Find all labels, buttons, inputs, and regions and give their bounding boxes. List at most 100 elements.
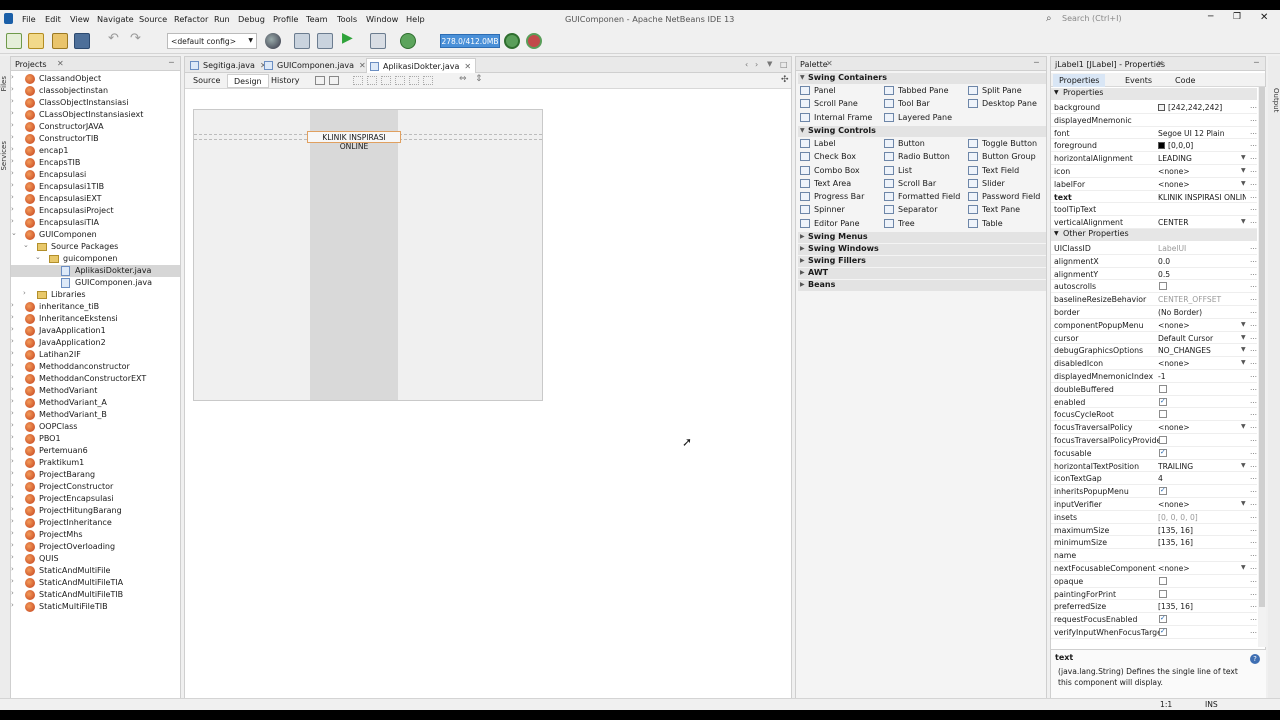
- tree-item[interactable]: AplikasiDokter.java: [11, 265, 180, 277]
- property-row[interactable]: minimumSize [135, 16]…: [1051, 536, 1257, 550]
- chevron-right-icon[interactable]: ▶: [800, 281, 805, 288]
- align-left-icon[interactable]: [353, 76, 363, 85]
- chevron-right-icon[interactable]: ›: [11, 169, 14, 177]
- ellipsis-button[interactable]: …: [1250, 525, 1257, 535]
- property-checkbox[interactable]: [1159, 576, 1167, 585]
- menu-tools[interactable]: Tools: [337, 14, 357, 24]
- property-value[interactable]: <none>: [1158, 423, 1246, 432]
- palette-category[interactable]: ▶ Swing Fillers: [798, 256, 1046, 267]
- ellipsis-button[interactable]: …: [1250, 115, 1257, 125]
- chevron-right-icon[interactable]: ›: [11, 217, 14, 225]
- property-row[interactable]: requestFocusEnabled…: [1051, 613, 1257, 626]
- ellipsis-button[interactable]: …: [1250, 294, 1257, 304]
- property-value[interactable]: [0,0,0]: [1158, 141, 1246, 150]
- ellipsis-button[interactable]: …: [1250, 217, 1257, 227]
- property-row[interactable]: alignmentX 0.0…: [1051, 255, 1257, 268]
- property-row[interactable]: insets [0, 0, 0, 0]…: [1051, 511, 1257, 524]
- menu-source[interactable]: Source: [139, 14, 167, 24]
- chevron-right-icon[interactable]: ›: [11, 397, 14, 405]
- align-top-icon[interactable]: [395, 76, 405, 85]
- ellipsis-button[interactable]: …: [1250, 243, 1257, 253]
- property-value[interactable]: LEADING: [1158, 154, 1246, 163]
- preview-design-icon[interactable]: ✣: [781, 75, 789, 85]
- property-row[interactable]: baselineResizeBehavior CENTER_OFFSET…: [1051, 293, 1257, 306]
- property-row[interactable]: preferredSize [135, 16]…: [1051, 600, 1257, 614]
- property-value[interactable]: -1: [1158, 372, 1246, 381]
- property-value[interactable]: Default Cursor: [1158, 334, 1246, 343]
- services-side-tab[interactable]: Services: [0, 141, 10, 171]
- property-row[interactable]: focusTraversalPolicyProvider…: [1051, 434, 1257, 447]
- property-value[interactable]: [0, 0, 0, 0]: [1158, 513, 1246, 522]
- property-row[interactable]: componentPopupMenu <none> ▼…: [1051, 319, 1257, 332]
- ellipsis-button[interactable]: …: [1250, 140, 1257, 150]
- minimize-button[interactable]: ─: [1208, 12, 1213, 22]
- chevron-down-icon[interactable]: ▼: [1241, 359, 1246, 366]
- property-checkbox[interactable]: [1159, 410, 1167, 419]
- chevron-right-icon[interactable]: ›: [11, 433, 14, 441]
- property-row[interactable]: cursor Default Cursor ▼…: [1051, 332, 1257, 345]
- editor-tab[interactable]: AplikasiDokter.java ✕: [366, 58, 477, 73]
- center-vertical-icon[interactable]: [423, 76, 433, 85]
- property-checkbox[interactable]: [1159, 627, 1167, 636]
- chevron-right-icon[interactable]: ›: [23, 289, 26, 297]
- menu-file[interactable]: File: [22, 14, 36, 24]
- ellipsis-button[interactable]: …: [1250, 166, 1257, 176]
- chevron-right-icon[interactable]: ›: [11, 181, 14, 189]
- ellipsis-button[interactable]: …: [1250, 153, 1257, 163]
- ellipsis-button[interactable]: …: [1250, 358, 1257, 368]
- chevron-right-icon[interactable]: ›: [11, 577, 14, 585]
- close-icon[interactable]: ✕: [1157, 59, 1164, 68]
- property-checkbox[interactable]: [1159, 486, 1167, 496]
- tab-list-icon[interactable]: ▼: [767, 60, 772, 68]
- maximize-button[interactable]: ❐: [1233, 12, 1241, 22]
- ellipsis-button[interactable]: …: [1250, 589, 1257, 599]
- ellipsis-button[interactable]: …: [1250, 256, 1257, 266]
- property-value[interactable]: [242,242,242]: [1158, 103, 1246, 112]
- properties-scrollbar[interactable]: [1258, 87, 1266, 647]
- selection-mode-icon[interactable]: [315, 76, 325, 85]
- chevron-right-icon[interactable]: ›: [11, 445, 14, 453]
- property-value[interactable]: 0.0: [1158, 257, 1246, 266]
- ellipsis-button[interactable]: …: [1250, 435, 1257, 445]
- ellipsis-button[interactable]: …: [1250, 448, 1257, 458]
- chevron-right-icon[interactable]: ›: [11, 109, 14, 117]
- menu-team[interactable]: Team: [306, 14, 328, 24]
- menu-edit[interactable]: Edit: [45, 14, 61, 24]
- chevron-down-icon[interactable]: ▼: [1241, 423, 1246, 430]
- property-row[interactable]: focusTraversalPolicy <none> ▼…: [1051, 421, 1257, 434]
- output-side-tab[interactable]: Output: [1270, 88, 1280, 112]
- profile-icon[interactable]: [400, 33, 416, 49]
- property-value[interactable]: <none>: [1158, 167, 1246, 176]
- chevron-down-icon[interactable]: ▼: [1241, 500, 1246, 507]
- chevron-right-icon[interactable]: ›: [11, 157, 14, 165]
- chevron-right-icon[interactable]: ›: [11, 469, 14, 477]
- tab-scroll-right-icon[interactable]: ›: [755, 60, 758, 69]
- property-row[interactable]: foreground [0,0,0]…: [1051, 139, 1257, 153]
- property-row[interactable]: maximumSize [135, 16]…: [1051, 524, 1257, 537]
- property-value[interactable]: 0.5: [1158, 270, 1246, 279]
- ellipsis-button[interactable]: …: [1250, 320, 1257, 330]
- chevron-right-icon[interactable]: ›: [11, 121, 14, 129]
- property-section[interactable]: ▼ Properties: [1051, 88, 1257, 100]
- new-project-icon[interactable]: [28, 33, 44, 49]
- chevron-right-icon[interactable]: ›: [11, 373, 14, 381]
- chevron-right-icon[interactable]: ›: [11, 457, 14, 465]
- close-icon[interactable]: ✕: [464, 62, 471, 71]
- ellipsis-button[interactable]: …: [1250, 614, 1257, 624]
- chevron-down-icon[interactable]: ▼: [1241, 346, 1246, 353]
- property-value[interactable]: <none>: [1158, 359, 1246, 368]
- property-value[interactable]: <none>: [1158, 500, 1246, 509]
- resize-horizontal-icon[interactable]: ⇔: [459, 74, 467, 84]
- search-box[interactable]: ⌕ Search (Ctrl+I): [1044, 12, 1214, 26]
- undo-icon[interactable]: ↶: [108, 31, 124, 47]
- palette-category[interactable]: ▼ Swing Controls: [798, 125, 1046, 137]
- property-row[interactable]: font Segoe UI 12 Plain…: [1051, 127, 1257, 140]
- editor-tab[interactable]: GUIComponen.java ✕: [261, 58, 370, 73]
- chevron-right-icon[interactable]: ›: [11, 601, 14, 609]
- align-bottom-icon[interactable]: [409, 76, 419, 85]
- tab-scroll-left-icon[interactable]: ‹: [745, 60, 748, 69]
- property-checkbox[interactable]: [1159, 614, 1167, 624]
- property-checkbox[interactable]: [1159, 589, 1167, 598]
- menu-view[interactable]: View: [70, 14, 89, 24]
- chevron-right-icon[interactable]: ›: [11, 97, 14, 105]
